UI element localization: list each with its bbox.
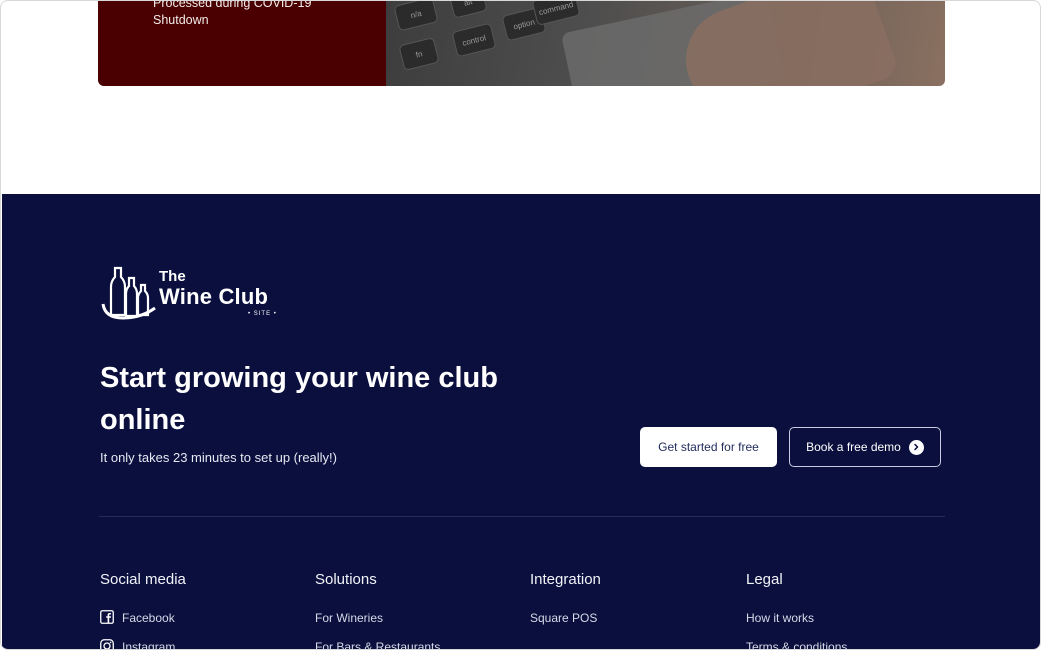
footer-column-legal: Legal How it works Terms & conditions (746, 571, 848, 650)
site-footer: The Wine Club • SITE • Start growing you… (2, 194, 1040, 650)
column-title: Solutions (315, 571, 377, 588)
hero-caption: Processed during COVID-19 Shutdown (153, 0, 312, 27)
hero-image-laptop: n/a fn control option command alt (386, 1, 945, 86)
get-started-button[interactable]: Get started for free (640, 427, 777, 467)
keyboard-key: fn (398, 37, 440, 71)
keyboard-key: n/a (393, 1, 439, 32)
link-label: Terms & conditions (746, 640, 848, 650)
facebook-icon (100, 610, 114, 624)
keyboard-key: alt (448, 1, 488, 19)
cta-subtitle: It only takes 23 minutes to set up (real… (100, 450, 337, 465)
link-how-it-works[interactable]: How it works (746, 611, 847, 640)
link-label: How it works (746, 611, 815, 625)
link-square-pos[interactable]: Square POS (530, 611, 601, 640)
footer-divider (99, 516, 945, 517)
column-title: Legal (746, 571, 783, 588)
cta-heading: Start growing your wine club online (100, 362, 498, 436)
link-for-wineries[interactable]: For Wineries (315, 611, 440, 640)
wine-bottles-logo-icon (101, 266, 156, 320)
link-facebook[interactable]: Facebook (100, 610, 186, 640)
column-title: Integration (530, 571, 601, 588)
book-demo-label: Book a free demo (806, 440, 901, 454)
link-label: For Bars & Restaurants (315, 640, 441, 650)
link-label: For Wineries (315, 611, 384, 625)
logo-text-site: • SITE • (248, 311, 277, 317)
hero-caption-panel: Processed during COVID-19 Shutdown (98, 0, 386, 86)
footer-column-social: Social media Facebook Instagram (100, 571, 186, 650)
link-terms-conditions[interactable]: Terms & conditions (746, 640, 848, 650)
logo-text-the: The (159, 268, 186, 285)
keyboard-key: command (531, 1, 581, 26)
link-label: Facebook (122, 611, 175, 625)
wine-club-logo[interactable]: The Wine Club • SITE • (101, 266, 291, 324)
link-label: Instagram (122, 640, 176, 650)
get-started-label: Get started for free (658, 440, 759, 454)
footer-column-integration: Integration Square POS (530, 571, 601, 640)
link-label: Square POS (530, 611, 598, 625)
book-demo-button[interactable]: Book a free demo (789, 427, 941, 467)
keyboard-key: control (451, 22, 497, 58)
page-frame: Processed during COVID-19 Shutdown n/a f… (0, 0, 1041, 650)
link-for-bars-restaurants[interactable]: For Bars & Restaurants (315, 640, 441, 650)
hero-card: Processed during COVID-19 Shutdown n/a f… (98, 0, 945, 86)
link-instagram[interactable]: Instagram (100, 639, 186, 650)
column-title: Social media (100, 571, 186, 588)
instagram-icon (100, 639, 114, 649)
chevron-right-icon (908, 439, 924, 455)
logo-text-main: Wine Club (159, 284, 269, 309)
footer-column-solutions: Solutions For Wineries For Bars & Restau… (315, 571, 441, 650)
